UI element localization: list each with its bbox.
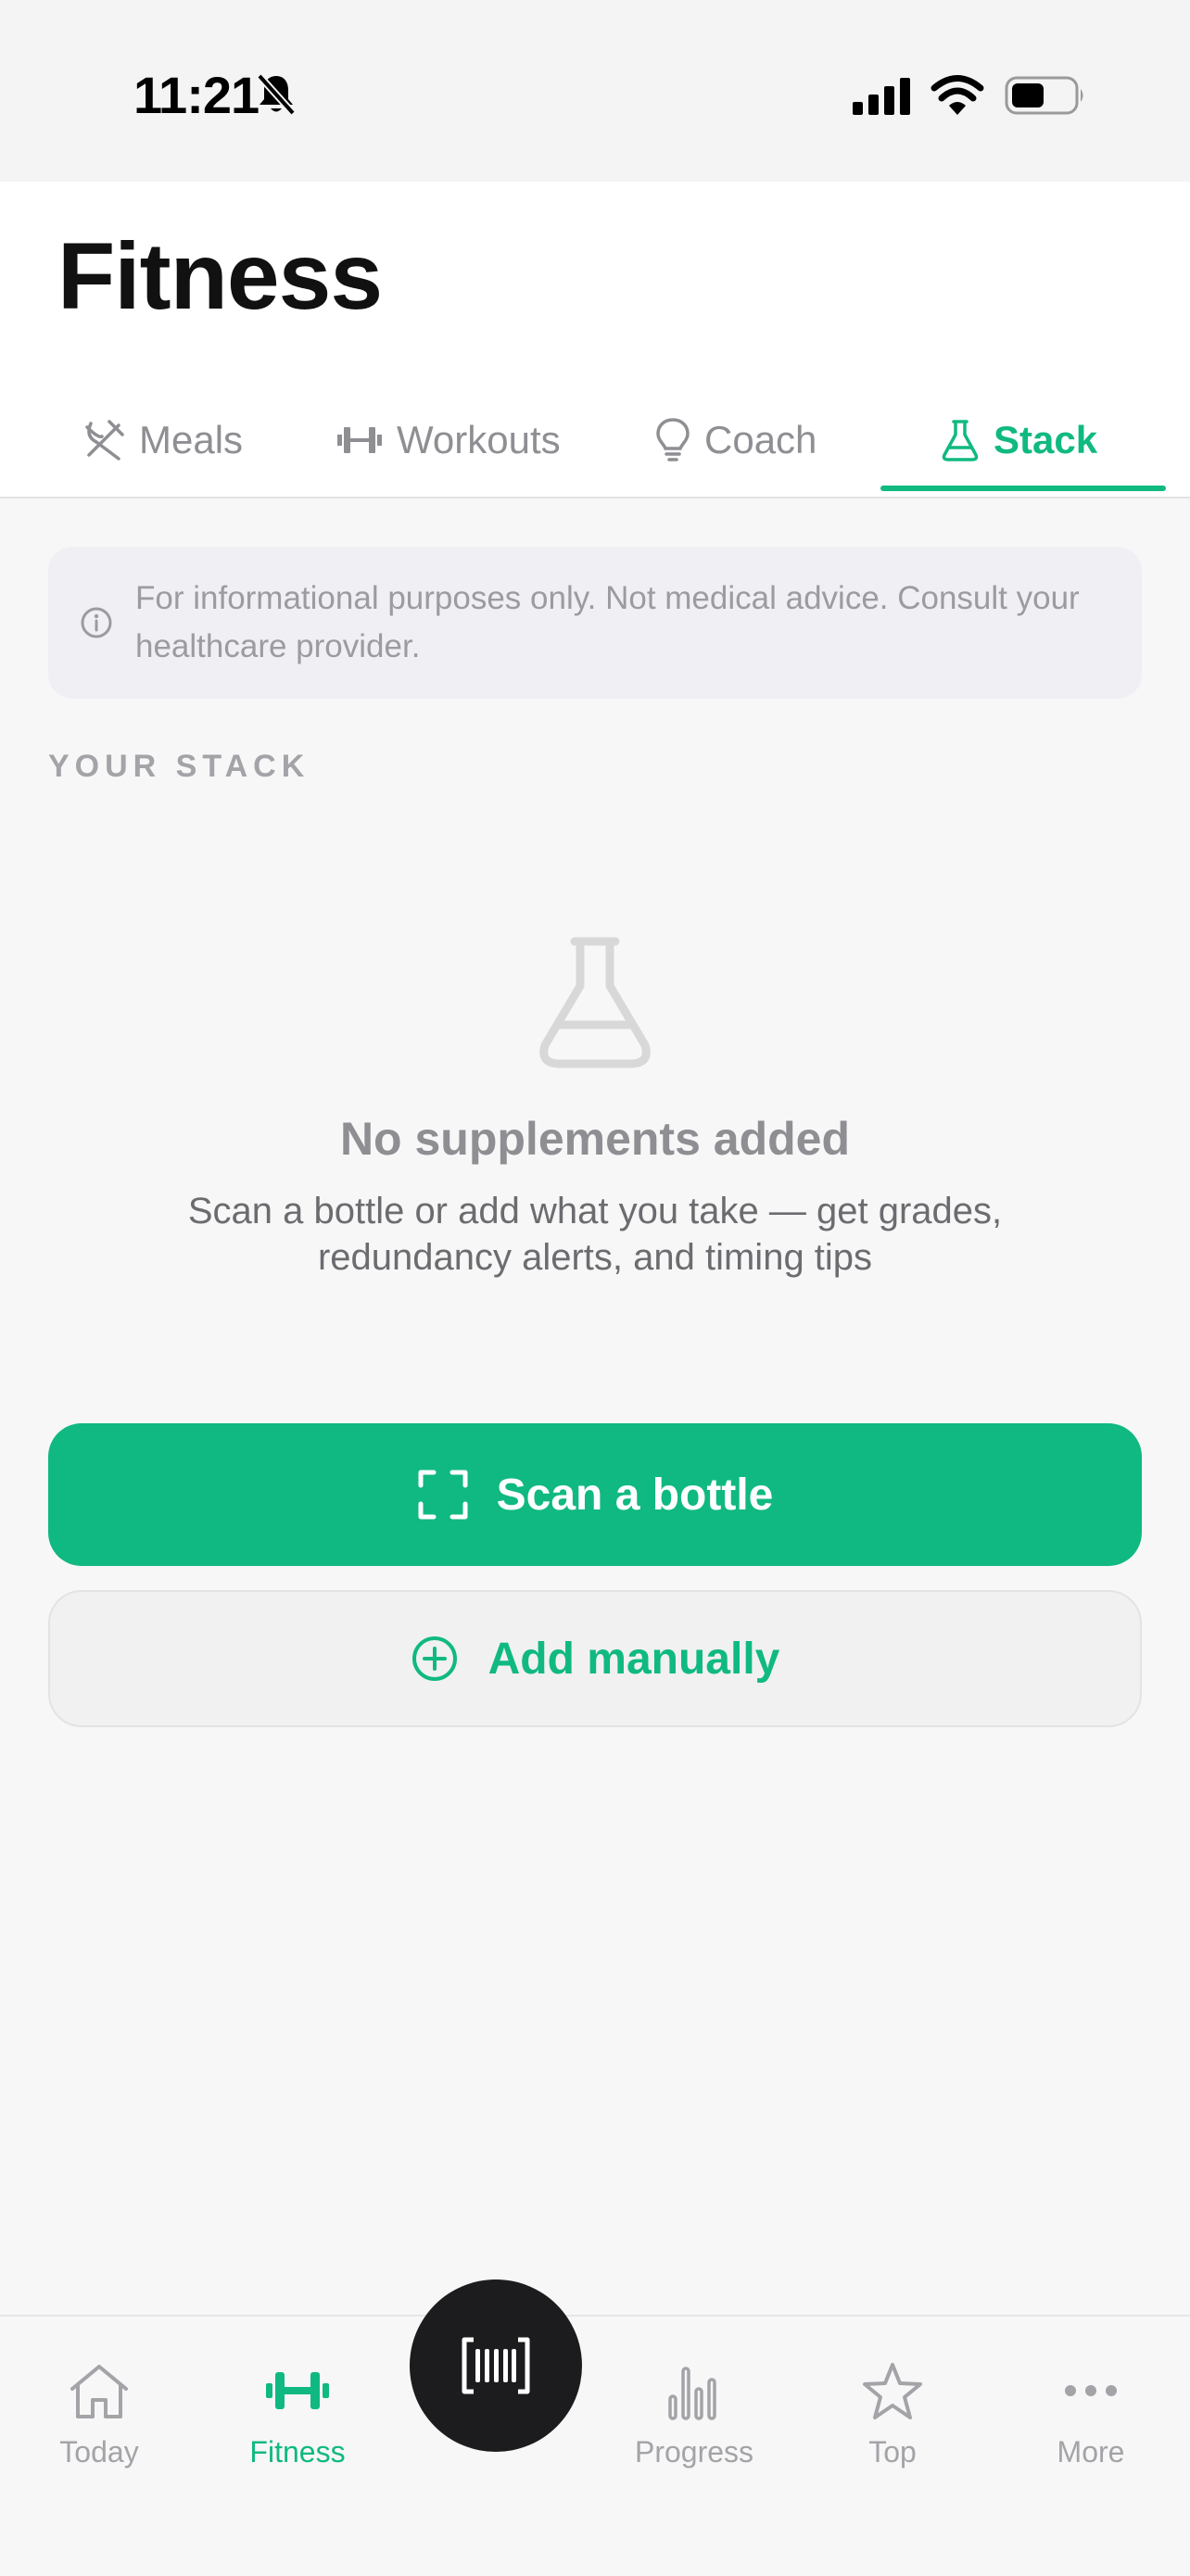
tab-coach[interactable]: Coach bbox=[654, 398, 817, 482]
tab-meals[interactable]: Meals bbox=[82, 398, 243, 482]
status-time: 11:21 bbox=[133, 66, 260, 124]
tab-label: Stack bbox=[994, 418, 1098, 461]
nav-top[interactable]: Top bbox=[793, 2361, 992, 2469]
nav-today[interactable]: Today bbox=[0, 2361, 198, 2469]
scan-frame-icon bbox=[418, 1470, 468, 1520]
nav-label: Progress bbox=[634, 2435, 754, 2469]
empty-state-title: No supplements added bbox=[339, 1113, 851, 1165]
nav-fitness[interactable]: Fitness bbox=[198, 2361, 397, 2469]
battery-icon bbox=[1005, 74, 1086, 121]
empty-state-description: Scan a bottle or add what you take — get… bbox=[187, 1191, 1003, 1278]
lightbulb-icon bbox=[656, 418, 690, 461]
bar-chart-icon bbox=[668, 2367, 716, 2420]
tab-workouts[interactable]: Workouts bbox=[335, 398, 561, 482]
dumbbell-icon bbox=[337, 427, 382, 453]
cellular-signal-icon bbox=[853, 78, 912, 120]
wifi-icon bbox=[930, 74, 984, 120]
add-manually-label: Add manually bbox=[487, 1634, 780, 1684]
home-icon bbox=[70, 2365, 128, 2418]
page-title: Fitness bbox=[57, 223, 383, 329]
nav-label: Top bbox=[868, 2435, 917, 2469]
nav-more[interactable]: More bbox=[992, 2361, 1190, 2469]
section-label: YOUR STACK bbox=[48, 749, 310, 784]
nav-progress[interactable]: Progress bbox=[595, 2361, 793, 2469]
info-icon bbox=[80, 606, 113, 644]
barcode-scan-button[interactable] bbox=[410, 2279, 582, 2452]
flask-icon bbox=[942, 420, 979, 461]
scan-bottle-button[interactable]: Scan a bottle bbox=[48, 1423, 1142, 1566]
bell-muted-icon bbox=[256, 72, 297, 121]
tab-label: Coach bbox=[704, 418, 817, 461]
flask-icon bbox=[532, 936, 658, 1074]
nav-label: Today bbox=[59, 2435, 139, 2469]
disclaimer-text: For informational purposes only. Not med… bbox=[135, 580, 1080, 664]
nav-label: More bbox=[1057, 2435, 1125, 2469]
tab-label: Workouts bbox=[397, 418, 561, 461]
dumbbell-icon bbox=[266, 2372, 329, 2409]
tab-stack[interactable]: Stack bbox=[940, 398, 1097, 482]
add-manually-button[interactable]: Add manually bbox=[48, 1590, 1142, 1727]
star-icon bbox=[863, 2363, 922, 2419]
fork-knife-icon bbox=[85, 420, 124, 461]
active-tab-indicator bbox=[880, 486, 1166, 491]
plus-circle-icon bbox=[411, 1636, 457, 1681]
more-dots-icon bbox=[1065, 2385, 1117, 2396]
tab-label: Meals bbox=[139, 418, 244, 461]
barcode-scan-icon bbox=[462, 2337, 530, 2394]
scan-bottle-label: Scan a bottle bbox=[496, 1470, 774, 1520]
nav-label: Fitness bbox=[249, 2435, 346, 2469]
